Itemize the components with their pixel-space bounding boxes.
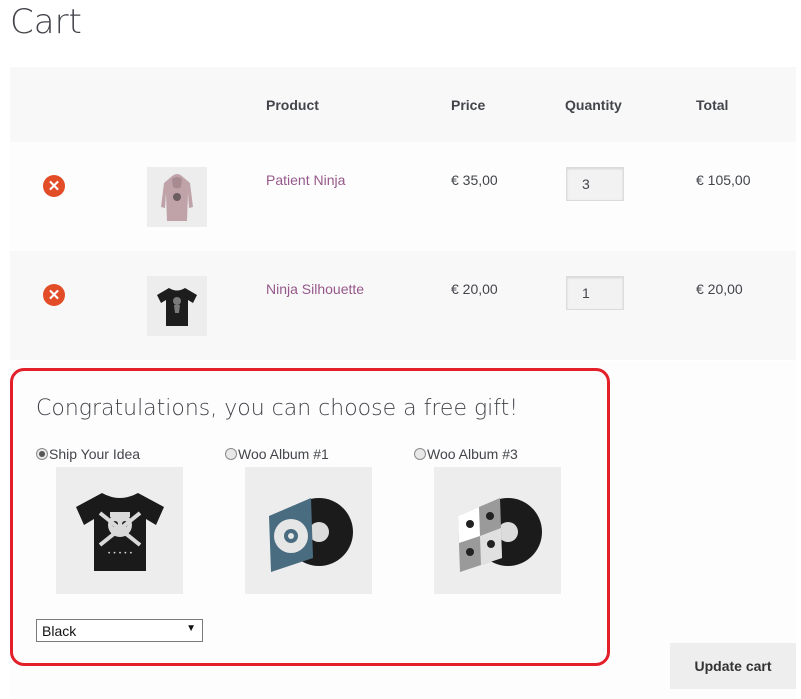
gift-option-label[interactable]: Ship Your Idea <box>36 446 140 462</box>
skull-tshirt-icon[interactable]: • • • • • <box>56 467 183 594</box>
gift-option-name: Ship Your Idea <box>49 446 141 462</box>
table-row: ✕ Ninja Silhouette € 20,00 € 20,00 <box>10 251 796 360</box>
line-total-value: € 20,00 <box>696 281 743 297</box>
vinyl-album-icon[interactable] <box>434 467 561 594</box>
remove-item-icon[interactable]: ✕ <box>43 175 65 197</box>
update-cart-button[interactable]: Update cart <box>670 643 796 689</box>
radio-button[interactable] <box>36 448 48 460</box>
product-link[interactable]: Patient Ninja <box>266 172 345 188</box>
line-total-value: € 105,00 <box>696 172 751 188</box>
gift-option-name: Woo Album #1 <box>238 446 329 462</box>
gift-option-label[interactable]: Woo Album #3 <box>414 446 518 462</box>
gift-heading: Congratulations, you can choose a free g… <box>36 396 519 421</box>
product-link[interactable]: Ninja Silhouette <box>266 281 364 297</box>
table-header-row: Product Price Quantity Total <box>10 67 796 142</box>
chevron-down-icon: ▼ <box>186 623 196 634</box>
table-row: ✕ Patient Ninja € 35,00 € 105,00 <box>10 142 796 251</box>
price-value: € 20,00 <box>451 281 498 297</box>
hoodie-icon[interactable] <box>147 167 207 227</box>
gift-option[interactable]: Woo Album #1 <box>225 446 372 594</box>
quantity-input[interactable] <box>566 167 624 201</box>
svg-text:• • • • •: • • • • • <box>107 550 132 557</box>
column-header-quantity: Quantity <box>565 97 622 113</box>
gift-option[interactable]: Woo Album #3 <box>414 446 561 594</box>
radio-button[interactable] <box>225 448 237 460</box>
tshirt-icon[interactable] <box>147 276 207 336</box>
column-header-price: Price <box>451 97 486 113</box>
free-gift-panel: Congratulations, you can choose a free g… <box>10 368 610 666</box>
select-value: Black <box>42 622 77 639</box>
column-header-product: Product <box>266 97 319 113</box>
gift-option-label[interactable]: Woo Album #1 <box>225 446 329 462</box>
remove-item-icon[interactable]: ✕ <box>43 284 65 306</box>
quantity-input[interactable] <box>566 276 624 310</box>
cart-table: Product Price Quantity Total ✕ Patient N… <box>10 67 796 360</box>
vinyl-album-icon[interactable] <box>245 467 372 594</box>
gift-option[interactable]: Ship Your Idea • • • • • <box>36 446 183 594</box>
radio-button[interactable] <box>414 448 426 460</box>
column-header-total: Total <box>696 97 729 113</box>
price-value: € 35,00 <box>451 172 498 188</box>
gift-variation-select[interactable]: Black ▼ <box>36 619 203 642</box>
gift-option-name: Woo Album #3 <box>427 446 518 462</box>
page-title: Cart <box>10 2 82 42</box>
